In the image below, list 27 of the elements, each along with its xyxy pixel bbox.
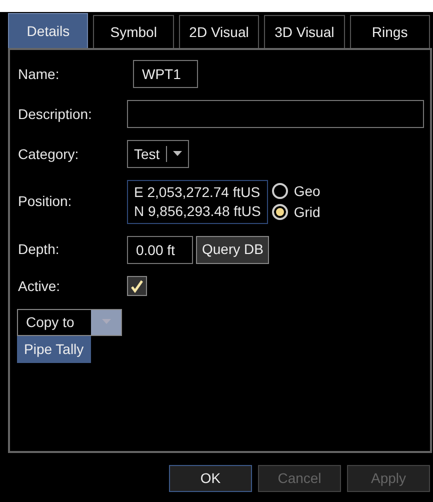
category-dropdown[interactable]: Test <box>127 140 189 168</box>
depth-field[interactable]: 0.00 ft <box>127 236 193 264</box>
radio-label: Grid <box>294 202 320 222</box>
tab[interactable]: Symbol <box>93 15 174 48</box>
text-field[interactable]: WPT1 <box>133 60 198 88</box>
tab[interactable]: 3D Visual <box>264 15 345 48</box>
menu-item[interactable]: Pipe Tally <box>17 336 91 363</box>
text-field[interactable] <box>127 100 424 128</box>
caret-icon <box>172 151 182 157</box>
copy-dropdown[interactable]: Copy to <box>17 308 122 336</box>
query-button[interactable]: Query DB <box>196 236 270 264</box>
dialog-button[interactable]: OK <box>169 465 252 492</box>
field-label: Description: <box>18 104 93 124</box>
field-label: Category: <box>18 144 80 164</box>
field-label: Depth: <box>18 240 60 260</box>
position-field[interactable]: E 2,053,272.74 ftUS N 9,856,293.48 ftUS <box>127 180 268 224</box>
field-label: Name: <box>18 64 60 84</box>
tab[interactable]: Rings <box>350 15 430 48</box>
field-label: Active: <box>18 276 62 296</box>
tab[interactable]: Details <box>8 13 88 48</box>
checkbox[interactable] <box>127 276 147 296</box>
field-label: Position: <box>18 192 73 212</box>
radio-label: Geo <box>294 182 320 201</box>
tab[interactable]: 2D Visual <box>178 15 260 48</box>
caret-icon <box>102 319 110 326</box>
radio-button[interactable] <box>272 204 288 220</box>
radio-button[interactable] <box>272 183 288 200</box>
